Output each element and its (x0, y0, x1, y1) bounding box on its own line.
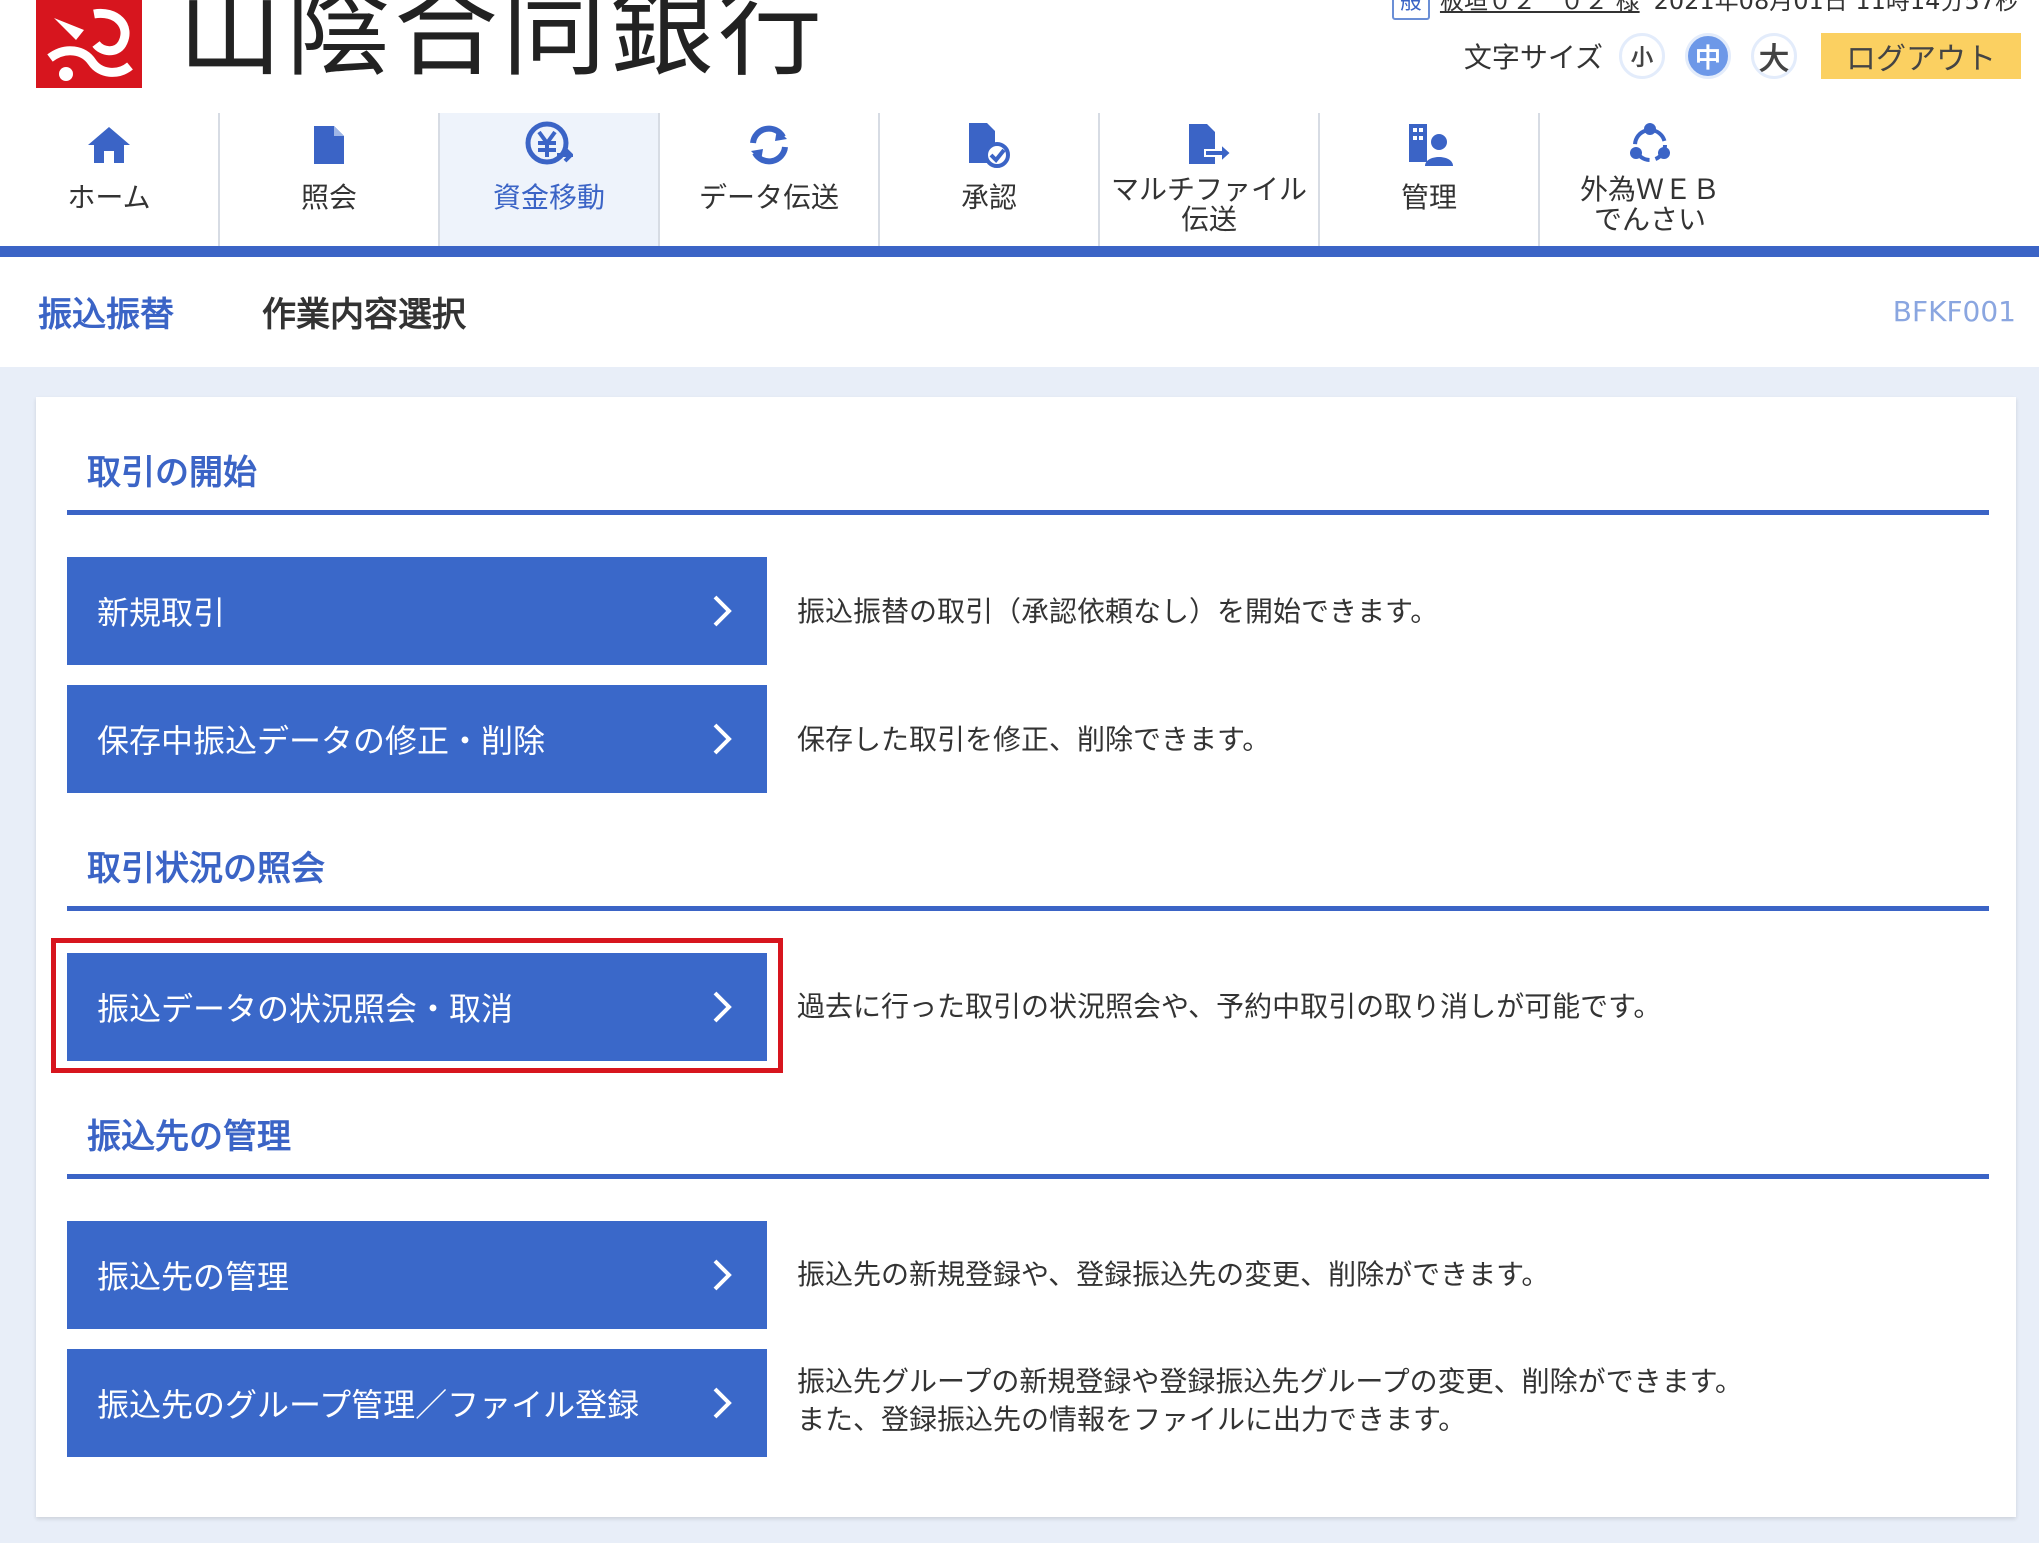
payee-group-file-button[interactable]: 振込先のグループ管理／ファイル登録 (67, 1349, 767, 1457)
section-rule (67, 906, 1989, 911)
page-title-bar: 振込振替 作業内容選択 BFKF001 (0, 257, 2039, 367)
logout-button[interactable]: ログアウト (1821, 33, 2021, 79)
nav-multi-file-transmission[interactable]: マルチファイル 伝送 (1100, 113, 1320, 246)
global-nav: ホーム 照会 資金移動 データ伝送 承認 マルチファイル 伝送 管理 外為ＷＥＢ… (0, 113, 2039, 246)
section-heading-payee: 振込先の管理 (87, 1117, 291, 1157)
menu-description: 振込先グループの新規登録や登録振込先グループの変更、削除ができます。 (797, 1365, 1743, 1398)
menu-button-label: 振込先のグループ管理／ファイル登録 (97, 1386, 640, 1424)
font-size-large-button[interactable]: 大 (1751, 33, 1797, 79)
network-icon (1627, 115, 1673, 175)
font-size-medium-button[interactable]: 中 (1685, 33, 1731, 79)
nav-forex-densai[interactable]: 外為ＷＥＢ でんさい (1540, 113, 1760, 246)
page-title: 作業内容選択 (262, 295, 466, 335)
nav-management[interactable]: 管理 (1320, 113, 1540, 246)
chevron-right-icon (713, 723, 732, 755)
nav-home[interactable]: ホーム (0, 113, 220, 246)
file-transfer-icon (1187, 115, 1231, 175)
menu-description-line2: また、登録振込先の情報をファイルに出力できます。 (797, 1403, 1467, 1436)
font-size-controls: 文字サイズ 小 中 大 ログアウト (1464, 28, 2021, 84)
section-heading-status: 取引状況の照会 (87, 849, 325, 889)
nav-management-label: 管理 (1400, 181, 1457, 214)
nav-inquiry[interactable]: 照会 (220, 113, 440, 246)
nav-data-transmission-label: データ伝送 (698, 181, 839, 214)
menu-button-label: 新規取引 (97, 594, 226, 632)
menu-button-label: 振込先の管理 (97, 1258, 290, 1296)
menu-description: 過去に行った取引の状況照会や、予約中取引の取り消しが可能です。 (797, 990, 1662, 1023)
menu-panel: 取引の開始 新規取引 振込振替の取引（承認依頼なし）を開始できます。 保存中振込… (36, 397, 2016, 1517)
header: 山陰合同銀行 般板垣０２ ０２ 様 2021年08月01日 11時14分57秒 文… (0, 0, 2039, 113)
document-icon (312, 115, 346, 175)
login-time: 2021年08月01日 11時14分57秒 (1653, 0, 2019, 15)
chevron-right-icon (713, 991, 732, 1023)
user-name-link[interactable]: 板垣０２ ０２ 様 (1440, 0, 1640, 15)
menu-description: 振込振替の取引（承認依頼なし）を開始できます。 (797, 595, 1439, 628)
nav-forex-densai-label: 外為ＷＥＢ でんさい (1579, 173, 1720, 236)
nav-approval-label: 承認 (960, 181, 1017, 214)
menu-description: 振込先の新規登録や、登録振込先の変更、削除ができます。 (797, 1258, 1550, 1291)
section-heading-start: 取引の開始 (87, 453, 257, 493)
nav-approval[interactable]: 承認 (880, 113, 1100, 246)
chevron-right-icon (713, 1387, 732, 1419)
nav-divider-bar (0, 246, 2039, 257)
nav-home-label: ホーム (67, 181, 151, 214)
nav-fund-transfer-label: 資金移動 (492, 181, 605, 214)
menu-button-label: 振込データの状況照会・取消 (97, 990, 514, 1028)
home-icon (86, 115, 132, 175)
menu-description: 保存した取引を修正、削除できます。 (797, 723, 1271, 756)
bank-logo (36, 0, 142, 88)
chevron-right-icon (713, 595, 732, 627)
transfer-status-inquiry-button[interactable]: 振込データの状況照会・取消 (67, 953, 767, 1061)
screen-id: BFKF001 (1892, 295, 2016, 328)
yen-transfer-icon (525, 115, 573, 175)
nav-data-transmission[interactable]: データ伝送 (660, 113, 880, 246)
section-rule (67, 1174, 1989, 1179)
nav-inquiry-label: 照会 (300, 181, 357, 214)
new-transaction-button[interactable]: 新規取引 (67, 557, 767, 665)
payee-management-button[interactable]: 振込先の管理 (67, 1221, 767, 1329)
edit-saved-data-button[interactable]: 保存中振込データの修正・削除 (67, 685, 767, 793)
user-type-badge: 般 (1391, 0, 1430, 20)
sync-icon (747, 115, 791, 175)
section-rule (67, 510, 1989, 515)
user-info: 般板垣０２ ０２ 様 2021年08月01日 11時14分57秒 (1391, 0, 2019, 20)
nav-multi-file-transmission-label: マルチファイル 伝送 (1110, 173, 1307, 236)
chevron-right-icon (713, 1259, 732, 1291)
menu-button-label: 保存中振込データの修正・削除 (97, 722, 546, 760)
nav-fund-transfer[interactable]: 資金移動 (440, 113, 660, 246)
approval-icon (967, 115, 1011, 175)
bank-name: 山陰合同銀行 (178, 0, 827, 91)
font-size-label: 文字サイズ (1463, 41, 1603, 74)
admin-icon (1405, 115, 1453, 175)
page-category: 振込振替 (38, 295, 174, 335)
font-size-small-button[interactable]: 小 (1619, 33, 1665, 79)
